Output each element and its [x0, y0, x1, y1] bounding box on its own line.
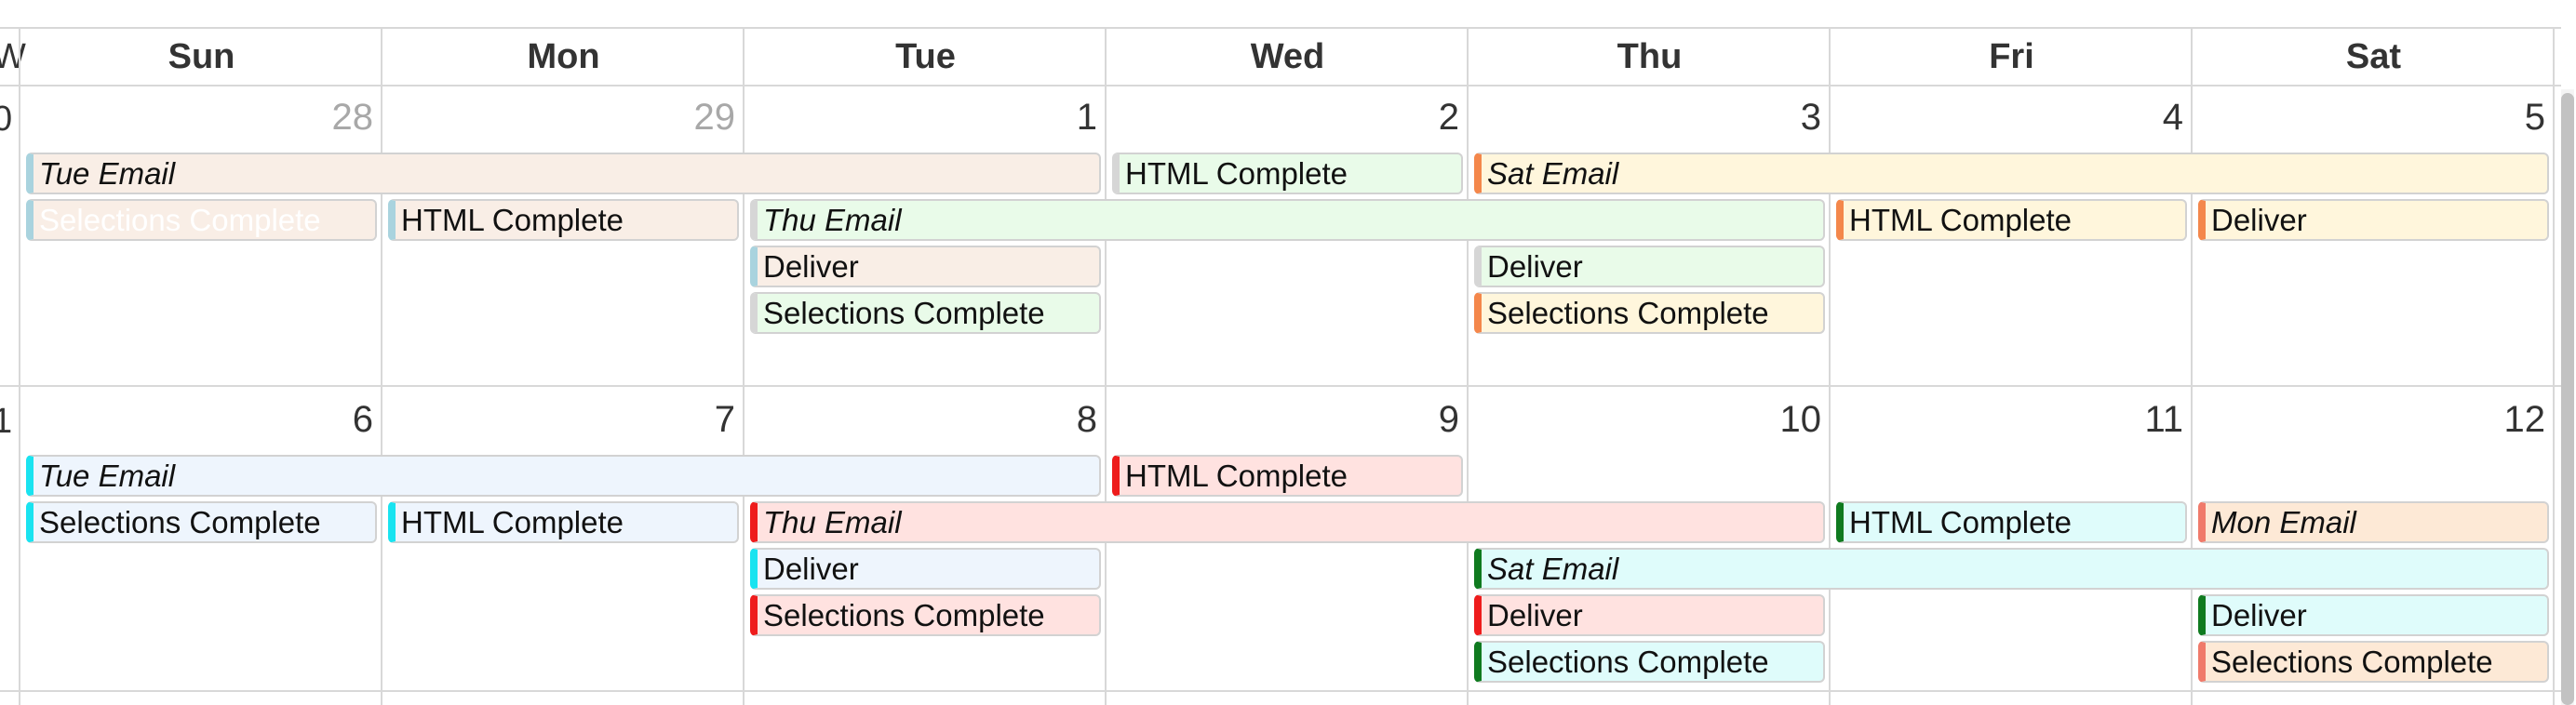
column-divider [2553, 28, 2555, 705]
day-header-mon: Mon [527, 37, 600, 76]
calendar-event[interactable]: HTML Complete [1112, 153, 1463, 194]
calendar-event[interactable]: Selections Complete [26, 199, 377, 241]
day-number[interactable]: 11 [2044, 396, 2183, 443]
calendar-event[interactable]: Selections Complete [2198, 641, 2549, 683]
calendar-event[interactable]: Deliver [1474, 594, 1825, 636]
calendar-event[interactable]: HTML Complete [1112, 455, 1463, 497]
day-number[interactable]: 29 [596, 94, 736, 140]
day-header-tue: Tue [895, 37, 956, 76]
calendar-month-view: W Sun Mon Tue Wed Thu Fri Sat 0 28 29 1 2 3 4 5 Tue Ema… [0, 0, 2576, 705]
calendar-event[interactable]: Thu Email [750, 199, 1825, 241]
calendar-event[interactable]: Deliver [2198, 199, 2549, 241]
calendar-event[interactable]: Deliver [1474, 246, 1825, 287]
day-number[interactable]: 5 [2406, 94, 2545, 140]
calendar-event[interactable]: HTML Complete [388, 501, 739, 543]
calendar-event[interactable]: Selections Complete [1474, 641, 1825, 683]
column-divider [1105, 28, 1107, 705]
day-header-fri: Fri [1989, 37, 2034, 76]
day-number[interactable]: 9 [1320, 396, 1459, 443]
column-divider [381, 28, 382, 705]
calendar-event[interactable]: HTML Complete [1836, 199, 2187, 241]
day-number[interactable]: 7 [596, 396, 735, 443]
day-number[interactable]: 8 [958, 396, 1097, 443]
calendar-event[interactable]: Deliver [750, 548, 1101, 590]
day-number[interactable]: 12 [2406, 396, 2546, 443]
week-row-border [0, 385, 2561, 387]
calendar-event[interactable]: Selections Complete [750, 594, 1101, 636]
day-number[interactable]: 10 [1682, 396, 1822, 443]
day-header-sun: Sun [168, 37, 235, 76]
day-number[interactable]: 1 [958, 94, 1097, 140]
day-number[interactable]: 4 [2044, 94, 2183, 140]
day-header-sat: Sat [2345, 37, 2402, 76]
calendar-event[interactable]: Deliver [750, 246, 1101, 287]
column-divider [1467, 28, 1469, 705]
calendar-event[interactable]: HTML Complete [1836, 501, 2187, 543]
calendar-event[interactable]: Sat Email [1474, 548, 2549, 590]
calendar-event[interactable]: Deliver [2198, 594, 2549, 636]
day-number[interactable]: 2 [1320, 94, 1459, 140]
calendar-event[interactable]: Selections Complete [1474, 292, 1825, 334]
calendar-event[interactable]: Thu Email [750, 501, 1825, 543]
column-divider [19, 28, 20, 705]
day-number[interactable]: 3 [1682, 94, 1821, 140]
calendar-event[interactable]: Tue Email [26, 455, 1101, 497]
day-header-thu: Thu [1617, 37, 1683, 76]
calendar-event[interactable]: Tue Email [26, 153, 1101, 194]
week-row-border [0, 690, 2561, 692]
column-divider [1829, 28, 1831, 705]
day-number[interactable]: 6 [234, 396, 373, 443]
calendar-event[interactable]: Mon Email [2198, 501, 2549, 543]
calendar-event[interactable]: Selections Complete [26, 501, 377, 543]
day-header-wed: Wed [1250, 37, 1325, 76]
scrollbar-thumb[interactable] [2561, 93, 2574, 705]
column-divider [2191, 28, 2193, 705]
calendar-event[interactable]: Sat Email [1474, 153, 2549, 194]
week-number: 1 [0, 402, 13, 441]
week-number: 0 [0, 100, 13, 139]
calendar-event[interactable]: HTML Complete [388, 199, 739, 241]
column-divider [743, 28, 745, 705]
day-number[interactable]: 28 [234, 94, 374, 140]
calendar-event[interactable]: Selections Complete [750, 292, 1101, 334]
